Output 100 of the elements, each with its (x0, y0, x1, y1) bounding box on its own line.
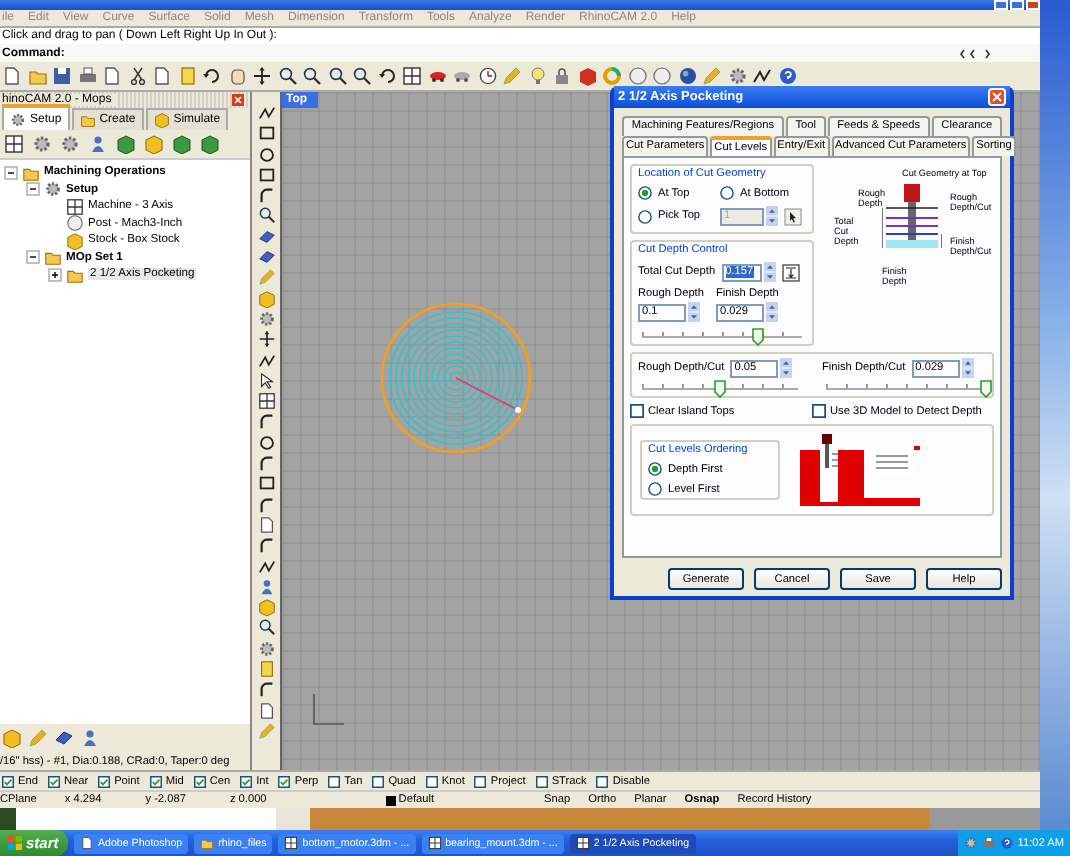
save-icon[interactable] (52, 66, 72, 86)
checkbox[interactable] (193, 775, 206, 787)
arc-icon[interactable] (257, 412, 275, 431)
person-icon[interactable] (80, 728, 100, 748)
collapse-toggle-icon[interactable] (4, 165, 18, 180)
circle-icon[interactable] (257, 145, 275, 164)
radio-button[interactable] (638, 209, 652, 223)
polyline-icon[interactable] (752, 66, 772, 86)
printer-icon[interactable] (981, 836, 996, 850)
viewport-grid-icon[interactable] (402, 66, 422, 86)
move-arrows-icon[interactable] (252, 66, 272, 86)
help-icon[interactable] (999, 836, 1014, 850)
slab-icon[interactable] (54, 728, 74, 748)
slider-thumb[interactable] (714, 380, 726, 398)
document-icon[interactable] (257, 701, 275, 720)
checkbox[interactable] (278, 775, 291, 787)
spin-buttons[interactable] (961, 358, 974, 378)
minimize-button[interactable] (994, 0, 1008, 10)
checkbox[interactable] (372, 775, 385, 787)
arc-icon[interactable] (257, 536, 275, 555)
spin-buttons[interactable] (688, 302, 700, 322)
polyline-icon[interactable] (257, 557, 275, 576)
undo-icon[interactable] (202, 66, 222, 86)
checkbox[interactable] (328, 775, 341, 787)
circle-icon[interactable] (257, 433, 275, 452)
expand-toggle-icon[interactable] (48, 267, 62, 282)
person-icon[interactable] (88, 134, 108, 154)
zoom-icon[interactable] (257, 206, 275, 225)
gear-icon[interactable] (727, 66, 747, 86)
spin-buttons[interactable] (766, 206, 778, 226)
radio-button[interactable] (720, 186, 734, 200)
undo-icon[interactable] (377, 66, 397, 86)
document-icon[interactable] (2, 66, 22, 86)
slider-thumb[interactable] (752, 328, 765, 346)
clipboard-icon[interactable] (257, 660, 275, 679)
arc-icon[interactable] (257, 454, 275, 473)
zoom-icon[interactable] (257, 618, 275, 637)
move-arrows-icon[interactable] (257, 330, 275, 349)
zoom-icon[interactable] (277, 66, 297, 86)
document-icon[interactable] (152, 66, 172, 86)
checkbox[interactable] (98, 775, 111, 787)
checkbox[interactable] (149, 775, 162, 787)
zoom-icon[interactable] (327, 66, 347, 86)
checkbox[interactable] (474, 775, 487, 787)
car-icon[interactable] (452, 66, 472, 86)
close-button[interactable] (988, 88, 1006, 106)
pointer-icon[interactable] (257, 371, 275, 390)
viewport-grid-icon[interactable] (257, 392, 275, 411)
box-icon[interactable] (577, 66, 597, 86)
spin-buttons[interactable] (780, 358, 793, 378)
maximize-button[interactable] (1010, 0, 1024, 10)
viewport[interactable] (280, 92, 1040, 770)
zoom-icon[interactable] (302, 66, 322, 86)
checkbox[interactable] (535, 775, 548, 787)
document-icon[interactable] (257, 515, 275, 534)
close-icon[interactable] (232, 94, 244, 106)
close-button[interactable] (1026, 0, 1040, 10)
spin-buttons[interactable] (765, 302, 778, 322)
checkbox[interactable] (812, 404, 826, 418)
checkbox[interactable] (630, 404, 644, 418)
arc-icon[interactable] (257, 186, 275, 205)
collapse-toggle-icon[interactable] (26, 182, 40, 197)
viewport-grid-icon[interactable] (4, 134, 24, 154)
collapse-toggle-icon[interactable] (26, 250, 40, 265)
checkbox[interactable] (240, 775, 253, 787)
person-icon[interactable] (257, 577, 275, 596)
cube-icon[interactable] (257, 289, 275, 308)
light-bulb-icon[interactable] (527, 66, 547, 86)
zoom-icon[interactable] (352, 66, 372, 86)
polyline-icon[interactable] (257, 104, 275, 122)
gear-icon[interactable] (257, 639, 275, 658)
scissors-icon[interactable] (127, 66, 147, 86)
rectangle-icon[interactable] (257, 165, 275, 184)
clipboard-icon[interactable] (177, 66, 197, 86)
help-icon[interactable] (777, 66, 797, 86)
rectangle-icon[interactable] (257, 124, 275, 143)
pick-button[interactable] (784, 207, 802, 225)
radio-button[interactable] (638, 186, 652, 200)
checkbox[interactable] (2, 775, 14, 787)
rectangle-icon[interactable] (257, 474, 275, 493)
gear-icon[interactable] (257, 309, 275, 328)
document-icon[interactable] (102, 66, 122, 86)
slider-thumb[interactable] (980, 380, 992, 398)
color-wheel-icon[interactable] (602, 66, 622, 86)
arc-icon[interactable] (257, 680, 275, 699)
sphere-icon[interactable] (677, 66, 697, 86)
arc-icon[interactable] (257, 495, 275, 514)
depth-arrow-icon[interactable] (781, 263, 800, 281)
car-icon[interactable] (427, 66, 447, 86)
lock-icon[interactable] (552, 66, 572, 86)
spin-buttons[interactable] (763, 262, 776, 282)
gear-icon[interactable] (963, 836, 978, 850)
printer-icon[interactable] (77, 66, 97, 86)
checkbox[interactable] (596, 775, 609, 787)
radio-button[interactable] (648, 482, 662, 496)
radio-button[interactable] (648, 462, 662, 476)
clock-icon[interactable] (477, 66, 497, 86)
checkbox[interactable] (425, 775, 438, 787)
checkbox[interactable] (47, 775, 60, 787)
cube-icon[interactable] (2, 728, 22, 748)
